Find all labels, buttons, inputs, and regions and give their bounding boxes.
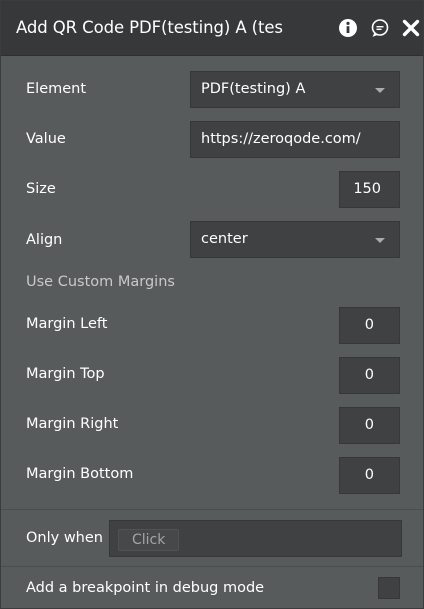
align-dropdown[interactable]: center: [190, 221, 400, 258]
section-divider: [1, 509, 423, 510]
breakpoint-checkbox[interactable]: [378, 577, 400, 599]
margin-bottom-input[interactable]: 0: [339, 457, 400, 494]
margin-bottom-label: Margin Bottom: [26, 466, 134, 482]
only-when-condition-field[interactable]: Click: [109, 520, 402, 557]
comment-icon[interactable]: [370, 18, 390, 38]
margin-right-label: Margin Right: [26, 416, 119, 432]
align-value: center: [201, 231, 248, 247]
margin-top-value: 0: [364, 367, 374, 383]
chevron-down-icon: [375, 238, 385, 243]
margin-right-value: 0: [364, 417, 374, 433]
click-expression-button[interactable]: Click: [118, 529, 180, 551]
section-divider: [1, 566, 423, 567]
value-label: Value: [26, 131, 66, 147]
margin-top-label: Margin Top: [26, 366, 105, 382]
margin-left-label: Margin Left: [26, 316, 108, 332]
element-label: Element: [26, 81, 87, 97]
margin-top-input[interactable]: 0: [339, 357, 400, 394]
chevron-down-icon: [375, 88, 385, 93]
margin-left-value: 0: [364, 317, 374, 333]
element-value: PDF(testing) A: [201, 81, 306, 97]
value-input[interactable]: https://zeroqode.com/: [190, 121, 400, 158]
info-icon[interactable]: [338, 18, 358, 38]
element-dropdown[interactable]: PDF(testing) A: [190, 71, 400, 108]
action-editor-panel: Add QR Code PDF(testing) A (tes Element …: [0, 0, 424, 609]
size-label: Size: [26, 181, 56, 197]
breakpoint-label: Add a breakpoint in debug mode: [26, 580, 265, 596]
margin-bottom-value: 0: [364, 467, 374, 483]
only-when-label: Only when: [26, 530, 103, 546]
panel-title: Add QR Code PDF(testing) A (tes: [16, 18, 283, 37]
value-text: https://zeroqode.com/: [201, 131, 361, 147]
close-icon[interactable]: [401, 18, 421, 38]
size-value: 150: [353, 181, 381, 197]
align-label: Align: [26, 232, 63, 248]
margin-right-input[interactable]: 0: [339, 407, 400, 444]
custom-margins-heading: Use Custom Margins: [26, 274, 175, 290]
panel-header: Add QR Code PDF(testing) A (tes: [1, 1, 423, 56]
margin-left-input[interactable]: 0: [339, 307, 400, 344]
size-input[interactable]: 150: [339, 171, 400, 208]
